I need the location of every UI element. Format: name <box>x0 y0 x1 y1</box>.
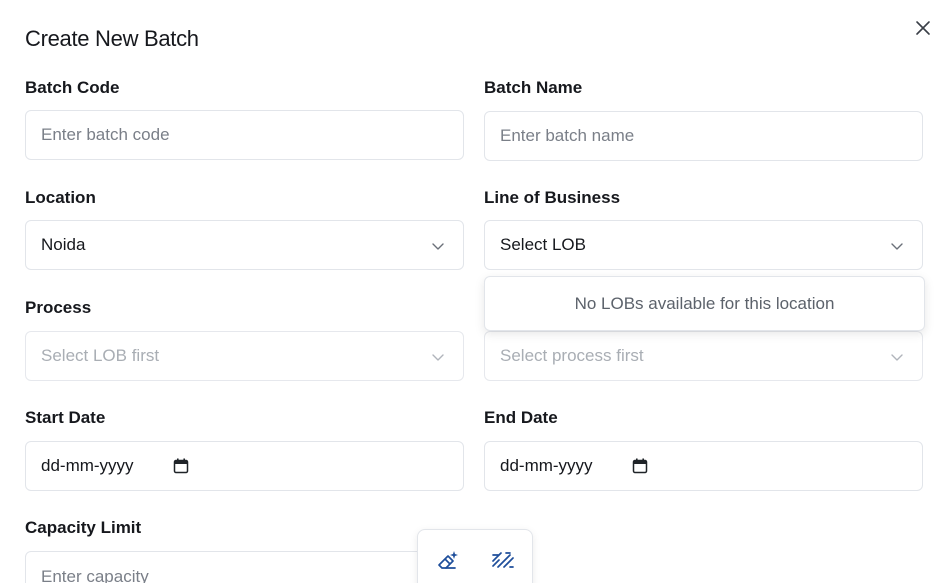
batch-code-placeholder: Enter batch code <box>41 125 170 144</box>
batch-name-placeholder: Enter batch name <box>500 126 635 145</box>
lob-value: Select LOB <box>500 235 586 254</box>
start-date-label: Start Date <box>25 408 106 427</box>
location-label: Location <box>25 188 96 207</box>
lob-select[interactable]: Select LOB <box>484 220 923 270</box>
capacity-limit-label: Capacity Limit <box>25 518 142 537</box>
create-batch-dialog: Create New Batch Batch Code Enter batch … <box>0 0 948 583</box>
batch-code-label: Batch Code <box>25 78 120 97</box>
batch-code-input[interactable]: Enter batch code <box>25 110 464 160</box>
lob-dropdown-menu: No LOBs available for this location <box>484 276 925 331</box>
sub-process-select[interactable]: Select process first <box>484 331 923 381</box>
start-date-input[interactable]: dd-mm-yyyy <box>25 441 464 491</box>
process-label: Process <box>25 298 92 317</box>
sub-process-value: Select process first <box>500 346 644 365</box>
chevron-down-icon <box>432 243 444 250</box>
floating-toolbar <box>417 529 533 583</box>
capacity-limit-placeholder: Enter capacity <box>41 567 149 583</box>
batch-name-input[interactable]: Enter batch name <box>484 111 923 161</box>
batch-name-label: Batch Name <box>484 78 583 97</box>
capacity-limit-input[interactable]: Enter capacity <box>25 551 464 583</box>
calendar-icon[interactable] <box>173 458 189 474</box>
calendar-icon[interactable] <box>632 458 648 474</box>
location-select[interactable]: Noida <box>25 220 464 270</box>
chevron-down-icon <box>891 354 903 361</box>
close-icon[interactable] <box>914 19 932 37</box>
lob-label: Line of Business <box>484 188 621 207</box>
end-date-value: dd-mm-yyyy <box>500 456 593 475</box>
chevron-down-icon <box>891 243 903 250</box>
hatch-pattern-icon[interactable] <box>489 546 517 574</box>
end-date-label: End Date <box>484 408 558 427</box>
magic-eraser-icon[interactable] <box>434 546 462 574</box>
process-value: Select LOB first <box>41 346 160 365</box>
process-select[interactable]: Select LOB first <box>25 331 464 381</box>
location-value: Noida <box>41 235 86 254</box>
start-date-value: dd-mm-yyyy <box>41 456 134 475</box>
end-date-input[interactable]: dd-mm-yyyy <box>484 441 923 491</box>
lob-empty-message: No LOBs available for this location <box>574 293 835 313</box>
dialog-title: Create New Batch <box>25 26 199 51</box>
chevron-down-icon <box>432 354 444 361</box>
